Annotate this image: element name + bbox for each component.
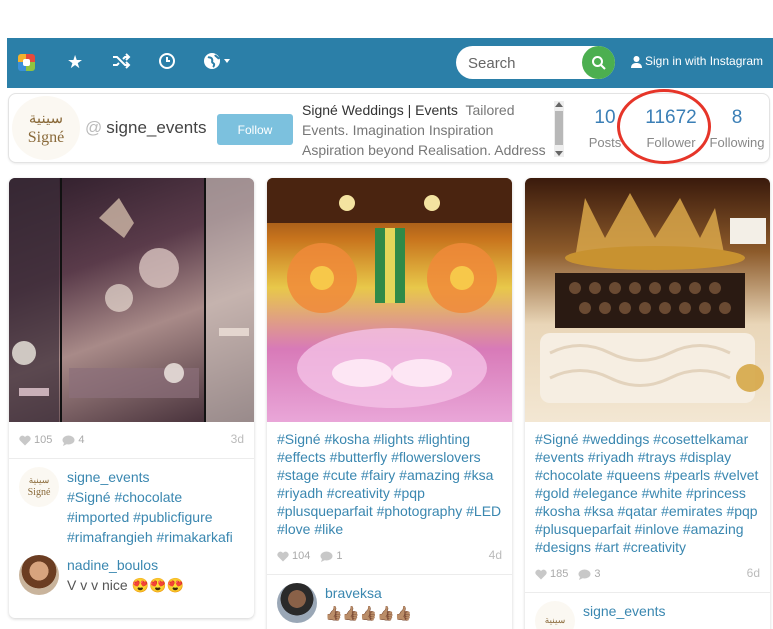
heart-icon xyxy=(277,551,289,561)
heart-icon xyxy=(19,435,31,445)
comment-item: سينية Signé signe_events #Signé #chocola… xyxy=(9,467,254,547)
stat-following[interactable]: 8 Following xyxy=(709,106,765,152)
comments-count: 4 xyxy=(78,434,85,446)
user-icon xyxy=(631,55,642,68)
username-text: signe_events xyxy=(106,118,207,137)
signin-label: Sign in with Instagram xyxy=(645,54,764,68)
stat-followers[interactable]: 11672 Follower xyxy=(640,106,702,152)
likes-count: 185 xyxy=(550,568,569,580)
follow-button[interactable]: Follow xyxy=(217,114,293,145)
search-input[interactable] xyxy=(468,52,578,74)
comment-item: سينية signe_events xyxy=(525,601,770,629)
brand-logo-text: Signé xyxy=(27,129,65,146)
search-icon xyxy=(591,55,606,70)
profile-bio: Signé Weddings | Events Tailored Events.… xyxy=(302,100,550,160)
comment-text: #Signé #chocolate #imported #publicfigur… xyxy=(67,489,233,545)
followers-label: Follower xyxy=(646,135,696,150)
comment-icon xyxy=(578,569,591,580)
star-icon[interactable]: ★ xyxy=(67,50,83,74)
following-label: Following xyxy=(709,135,765,150)
comment-text: 👍🏽👍🏽👍🏽👍🏽👍🏽 xyxy=(325,605,413,621)
commenter-avatar[interactable]: سينية Signé xyxy=(19,467,59,507)
search-box xyxy=(456,46,615,79)
at-symbol: @ xyxy=(85,118,103,137)
post-meta: 185 3 6d xyxy=(535,564,760,584)
comment-item: braveksa 👍🏽👍🏽👍🏽👍🏽👍🏽 xyxy=(267,583,512,623)
comment-username[interactable]: braveksa xyxy=(325,583,412,603)
likes[interactable]: 185 xyxy=(535,568,568,580)
app-logo[interactable] xyxy=(18,54,35,71)
divider xyxy=(9,458,254,459)
profile-username: @ signe_events xyxy=(85,118,206,138)
avatar-brand-ar: سينية xyxy=(544,615,566,626)
brand-logo-arabic: سينية xyxy=(28,109,64,127)
comments[interactable]: 3 xyxy=(578,568,600,580)
post-meta: 104 1 4d xyxy=(277,546,502,566)
post-caption: #Signé #weddings #cosettelkamar #events … xyxy=(535,431,759,555)
followers-count: 11672 xyxy=(645,107,697,128)
post-card[interactable]: #Signé #weddings #cosettelkamar #events … xyxy=(525,178,770,629)
posts-count: 10 xyxy=(594,107,616,128)
bio-scrollbar[interactable] xyxy=(554,101,564,157)
profile-avatar[interactable]: سينية Signé xyxy=(12,96,80,160)
comments[interactable]: 4 xyxy=(62,434,84,446)
commenter-avatar[interactable] xyxy=(19,555,59,595)
divider xyxy=(267,574,512,575)
post-time: 6d xyxy=(746,566,760,580)
commenter-avatar[interactable]: سينية xyxy=(535,601,575,629)
comments-count: 1 xyxy=(336,550,343,562)
comment-text: V v v nice 😍😍😍 xyxy=(67,577,184,593)
post-time: 4d xyxy=(488,548,502,562)
comments-count: 3 xyxy=(594,568,601,580)
post-image[interactable] xyxy=(525,178,770,422)
post-time: 3d xyxy=(230,432,244,446)
post-image[interactable] xyxy=(267,178,512,422)
search-button[interactable] xyxy=(582,46,615,79)
comment-icon xyxy=(320,551,333,562)
posts-label: Posts xyxy=(588,135,622,150)
following-count: 8 xyxy=(731,107,743,128)
clock-icon[interactable] xyxy=(158,52,176,76)
likes-count: 104 xyxy=(292,550,311,562)
comment-item: nadine_boulos V v v nice 😍😍😍 xyxy=(9,555,254,595)
top-navbar: ★ Sign in with Instagram xyxy=(7,38,773,88)
signin-link[interactable]: Sign in with Instagram xyxy=(630,54,763,68)
divider xyxy=(525,592,770,593)
bio-name: Signé Weddings | Events xyxy=(302,102,458,118)
avatar-brand-ar: سينية xyxy=(28,476,50,486)
post-card[interactable]: 105 4 3d سينية Signé signe_events #Signé… xyxy=(9,178,254,618)
commenter-avatar[interactable] xyxy=(277,583,317,623)
likes[interactable]: 104 xyxy=(277,550,310,562)
post-image[interactable] xyxy=(9,178,254,422)
comment-username[interactable]: signe_events xyxy=(67,467,244,487)
stat-posts[interactable]: 10 Posts xyxy=(581,106,629,152)
heart-icon xyxy=(535,569,547,579)
shuffle-icon[interactable] xyxy=(111,51,131,77)
post-caption: #Signé #kosha #lights #lighting #effects… xyxy=(277,431,502,537)
comments[interactable]: 1 xyxy=(320,550,342,562)
comment-icon xyxy=(62,435,75,446)
avatar-brand-en: Signé xyxy=(27,487,51,498)
likes[interactable]: 105 xyxy=(19,434,52,446)
likes-count: 105 xyxy=(34,434,53,446)
comment-username[interactable]: signe_events xyxy=(583,601,666,621)
comment-username[interactable]: nadine_boulos xyxy=(67,555,184,575)
profile-header: سينية Signé @ signe_events Follow Signé W… xyxy=(8,93,770,163)
globe-icon[interactable] xyxy=(203,52,231,76)
post-card[interactable]: #Signé #kosha #lights #lighting #effects… xyxy=(267,178,512,629)
post-meta: 105 4 3d xyxy=(19,430,244,450)
